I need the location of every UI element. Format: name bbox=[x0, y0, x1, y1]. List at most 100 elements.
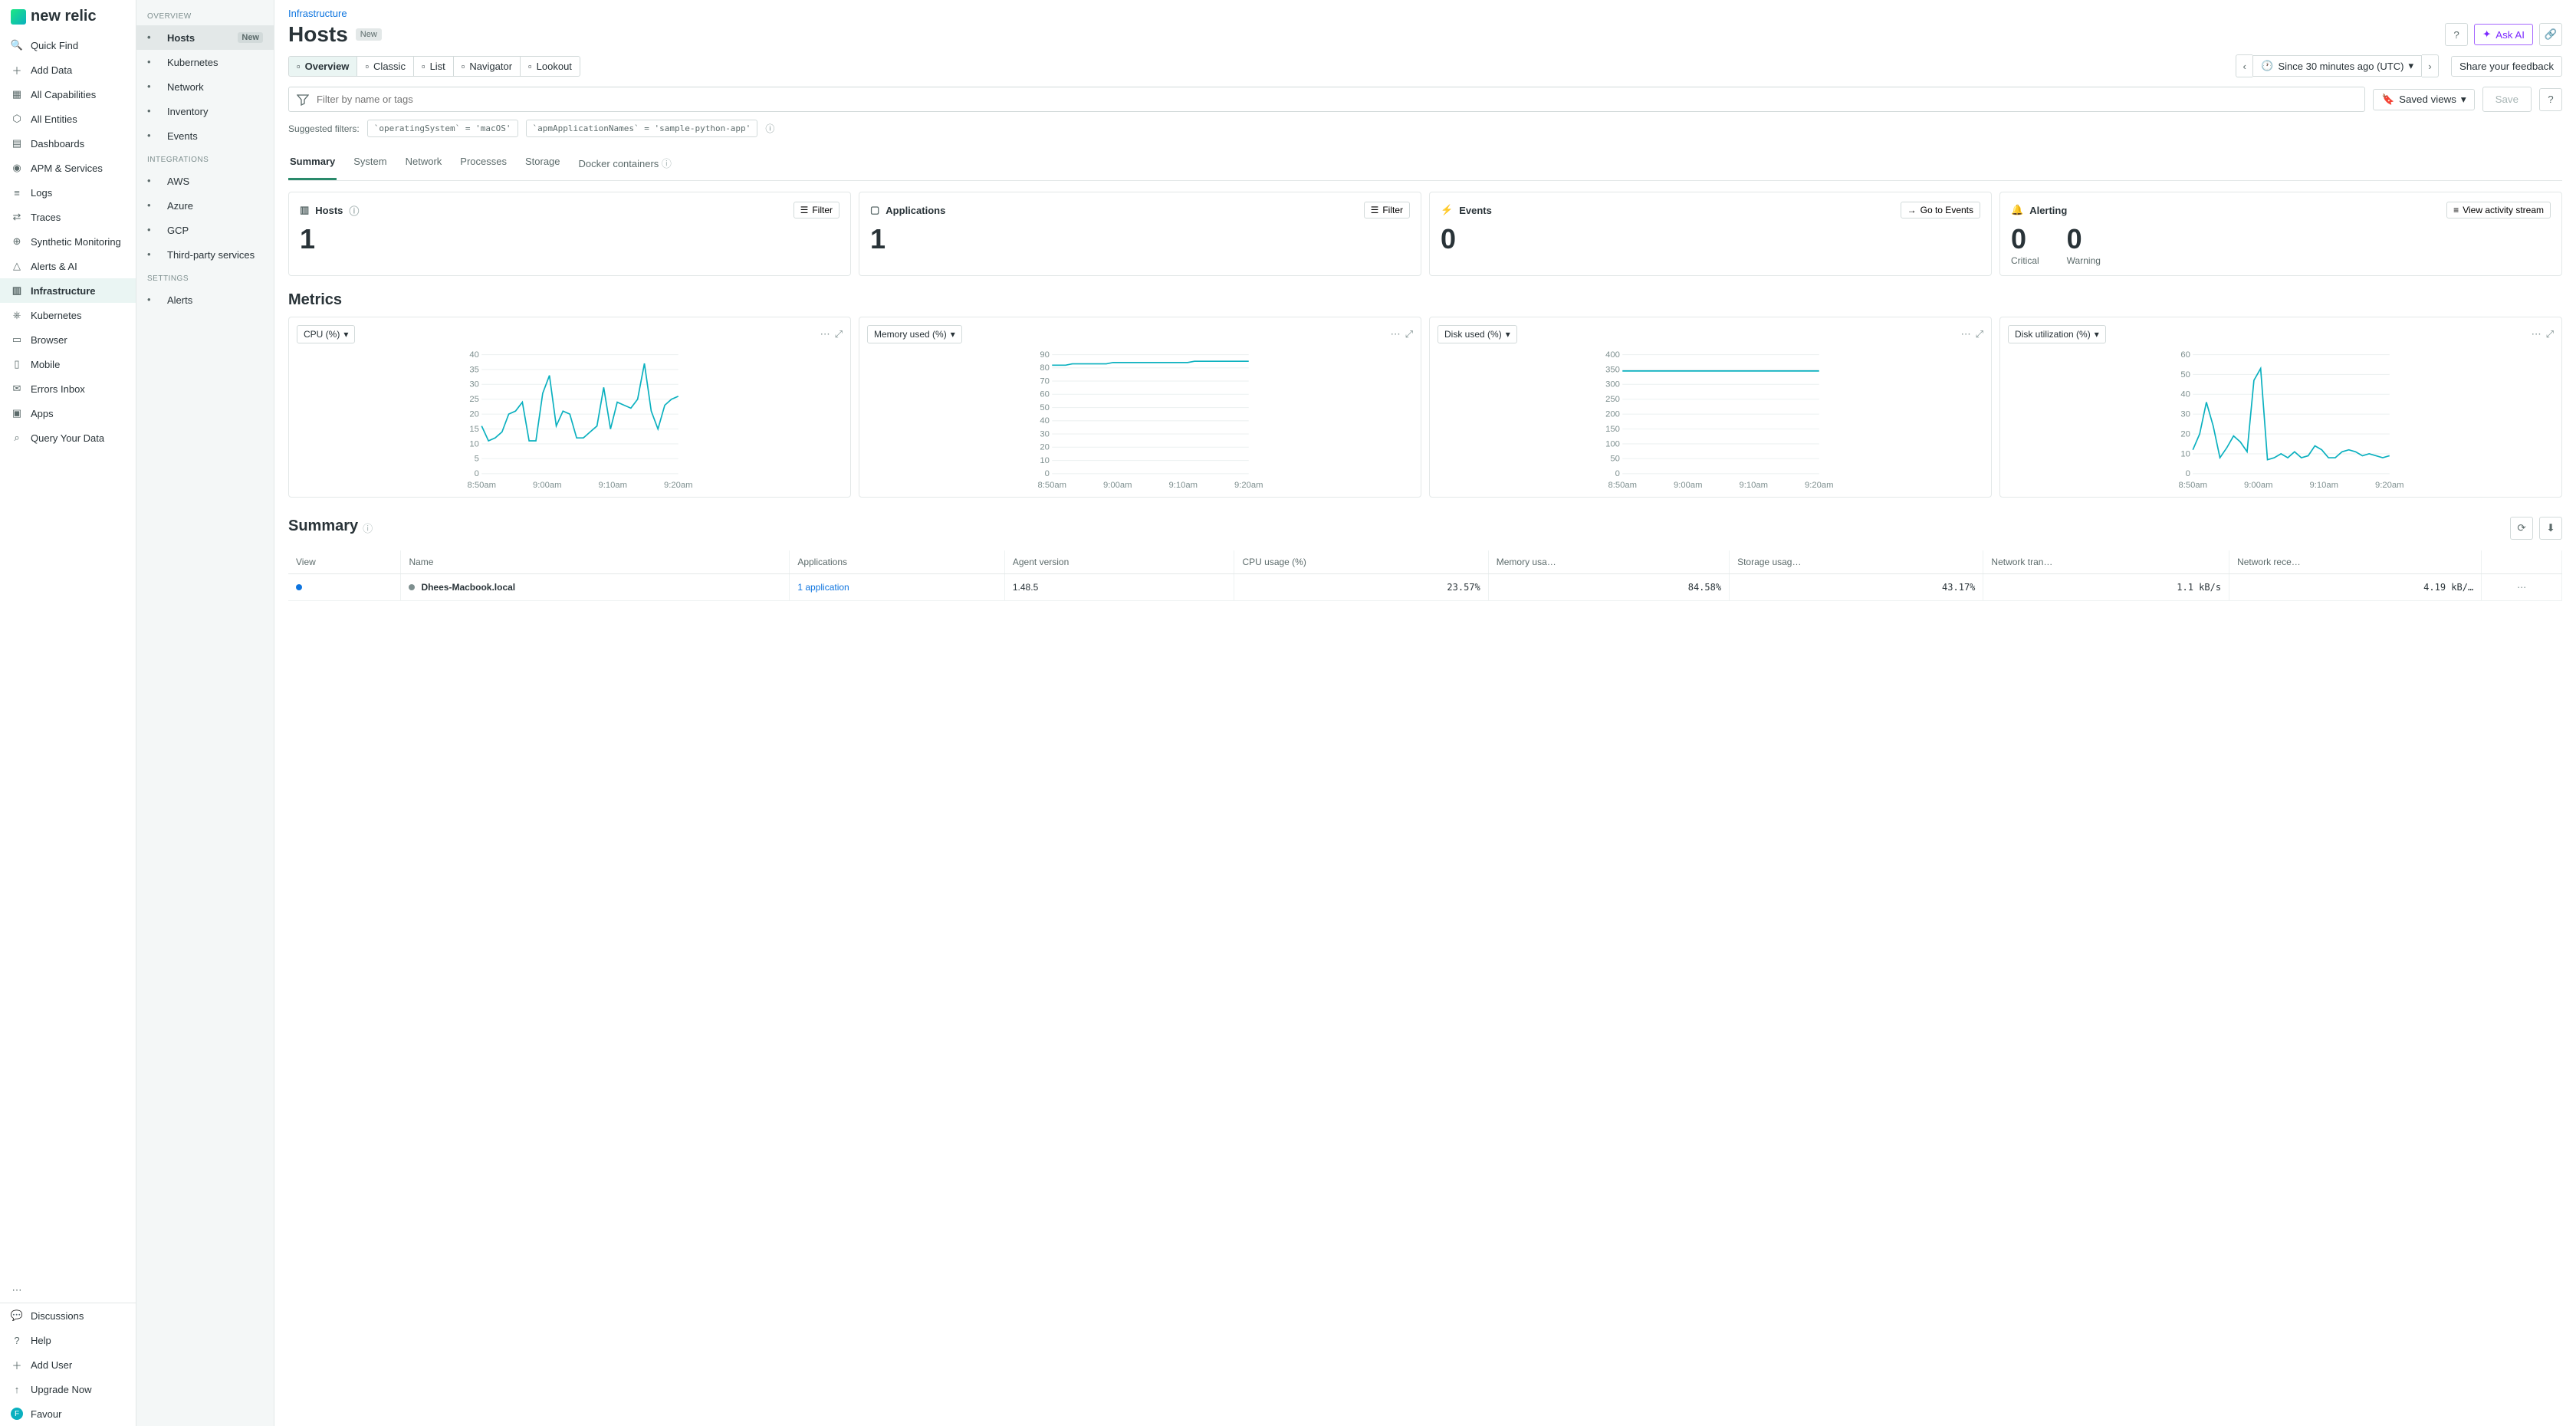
footer-add-user[interactable]: ＋Add User bbox=[0, 1352, 136, 1377]
sidebar-item-events[interactable]: •Events bbox=[136, 123, 274, 148]
view-tab-lookout[interactable]: ▫Lookout bbox=[521, 57, 580, 76]
tab-network[interactable]: Network bbox=[404, 148, 444, 180]
expand-icon[interactable]: ⤢ bbox=[1976, 328, 1983, 340]
refresh-button[interactable]: ⟳ bbox=[2510, 517, 2533, 540]
sidebar-item-gcp[interactable]: •GCP bbox=[136, 218, 274, 242]
chart-canvas: 01020304050608:50am9:00am9:10am9:20am bbox=[2008, 351, 2554, 489]
tab-storage[interactable]: Storage bbox=[524, 148, 562, 180]
copy-link-button[interactable]: 🔗 bbox=[2539, 23, 2562, 46]
nav-apps[interactable]: ▣Apps bbox=[0, 401, 136, 426]
help-button[interactable]: ? bbox=[2445, 23, 2468, 46]
breadcrumb[interactable]: Infrastructure bbox=[288, 8, 2562, 19]
nav-all-entities[interactable]: ⬡All Entities bbox=[0, 107, 136, 131]
time-picker[interactable]: 🕐 Since 30 minutes ago (UTC) ▾ bbox=[2252, 55, 2422, 77]
ellipsis-icon[interactable]: ⋯ bbox=[820, 328, 830, 340]
sidebar-item-network[interactable]: •Network bbox=[136, 74, 274, 99]
download-button[interactable]: ⬇ bbox=[2539, 517, 2562, 540]
filter-input-wrapper[interactable] bbox=[288, 87, 2365, 112]
brand-logo[interactable]: new relic bbox=[0, 0, 136, 33]
more-menu[interactable]: ⋯ bbox=[0, 1278, 136, 1303]
column-header[interactable]: Agent version bbox=[1004, 550, 1234, 574]
share-feedback-button[interactable]: Share your feedback bbox=[2451, 56, 2562, 77]
view-tab-classic[interactable]: ▫Classic bbox=[357, 57, 414, 76]
footer-upgrade-now[interactable]: ↑Upgrade Now bbox=[0, 1377, 136, 1401]
time-next-button[interactable]: › bbox=[2422, 54, 2439, 77]
nav-quick-find[interactable]: 🔍Quick Find bbox=[0, 33, 136, 58]
sidebar-item-azure[interactable]: •Azure bbox=[136, 193, 274, 218]
nav-traces[interactable]: ⇄Traces bbox=[0, 205, 136, 229]
chart-metric-selector[interactable]: Disk used (%)▾ bbox=[1438, 325, 1517, 343]
nav-apm-services[interactable]: ◉APM & Services bbox=[0, 156, 136, 180]
saved-views-button[interactable]: 🔖 Saved views ▾ bbox=[2373, 89, 2474, 110]
ellipsis-icon[interactable]: ⋯ bbox=[1961, 328, 1971, 340]
chart-metric-selector[interactable]: Memory used (%)▾ bbox=[867, 325, 962, 343]
footer-favour[interactable]: FFavour bbox=[0, 1401, 136, 1426]
tab-system[interactable]: System bbox=[352, 148, 388, 180]
apps-filter-button[interactable]: ☰Filter bbox=[1364, 202, 1410, 219]
nav-errors-inbox[interactable]: ✉Errors Inbox bbox=[0, 376, 136, 401]
footer-help[interactable]: ?Help bbox=[0, 1328, 136, 1352]
ellipsis-icon[interactable]: ⋯ bbox=[2532, 328, 2542, 340]
nav-browser[interactable]: ▭Browser bbox=[0, 327, 136, 352]
row-actions-cell[interactable]: ⋯ bbox=[2482, 574, 2562, 601]
hosts-filter-button[interactable]: ☰Filter bbox=[794, 202, 840, 219]
column-header[interactable] bbox=[2482, 550, 2562, 574]
column-header[interactable]: Storage usag… bbox=[1730, 550, 1983, 574]
column-header[interactable]: Applications bbox=[790, 550, 1005, 574]
nav-mobile[interactable]: ▯Mobile bbox=[0, 352, 136, 376]
help-circle-icon[interactable]: ⓘ bbox=[349, 203, 359, 218]
nav-synthetic-monitoring[interactable]: ⊕Synthetic Monitoring bbox=[0, 229, 136, 254]
view-tab-overview[interactable]: ▫Overview bbox=[289, 57, 357, 76]
filter-input[interactable] bbox=[317, 94, 2355, 105]
sidebar-item-alerts[interactable]: •Alerts bbox=[136, 288, 274, 312]
nav-dashboards[interactable]: ▤Dashboards bbox=[0, 131, 136, 156]
save-button[interactable]: Save bbox=[2482, 87, 2532, 112]
column-header[interactable]: View bbox=[288, 550, 401, 574]
dashboard-icon: ▤ bbox=[11, 137, 23, 150]
column-header[interactable]: CPU usage (%) bbox=[1234, 550, 1488, 574]
help-circle-icon[interactable]: ⓘ bbox=[765, 122, 774, 135]
nav-query-your-data[interactable]: ⌕Query Your Data bbox=[0, 426, 136, 450]
expand-icon[interactable]: ⤢ bbox=[2546, 328, 2554, 340]
filter-help-button[interactable]: ? bbox=[2539, 88, 2562, 111]
footer-discussions[interactable]: 💬Discussions bbox=[0, 1303, 136, 1328]
svg-text:8:50am: 8:50am bbox=[1608, 481, 1637, 489]
nav-alerts-ai[interactable]: △Alerts & AI bbox=[0, 254, 136, 278]
suggested-filter-chip[interactable]: `apmApplicationNames` = 'sample-python-a… bbox=[526, 120, 758, 137]
view-activity-button[interactable]: ≡View activity stream bbox=[2446, 202, 2551, 219]
chart-metric-selector[interactable]: Disk utilization (%)▾ bbox=[2008, 325, 2106, 343]
view-tab-list[interactable]: ▫List bbox=[414, 57, 454, 76]
tab-processes[interactable]: Processes bbox=[458, 148, 508, 180]
sidebar-item-inventory[interactable]: •Inventory bbox=[136, 99, 274, 123]
ellipsis-icon[interactable]: ⋯ bbox=[1391, 328, 1401, 340]
tab-docker-containers[interactable]: Docker containers ⓘ bbox=[577, 148, 673, 180]
name-cell[interactable]: Dhees-Macbook.local bbox=[401, 574, 790, 601]
tab-icon: ▫ bbox=[422, 61, 426, 72]
chart-metric-selector[interactable]: CPU (%)▾ bbox=[297, 325, 355, 343]
sidebar-item-hosts[interactable]: •HostsNew bbox=[136, 25, 274, 50]
help-circle-icon[interactable]: ⓘ bbox=[363, 521, 373, 535]
nav-kubernetes[interactable]: ⎈Kubernetes bbox=[0, 303, 136, 327]
column-header[interactable]: Name bbox=[401, 550, 790, 574]
nav-all-capabilities[interactable]: ▦All Capabilities bbox=[0, 82, 136, 107]
column-header[interactable]: Network tran… bbox=[1983, 550, 2229, 574]
applications-cell[interactable]: 1 application bbox=[790, 574, 1005, 601]
view-tab-navigator[interactable]: ▫Navigator bbox=[454, 57, 521, 76]
time-prev-button[interactable]: ‹ bbox=[2236, 54, 2252, 77]
column-header[interactable]: Network rece… bbox=[2229, 550, 2482, 574]
nav-infrastructure[interactable]: ▥Infrastructure bbox=[0, 278, 136, 303]
sidebar-item-aws[interactable]: •AWS bbox=[136, 169, 274, 193]
expand-icon[interactable]: ⤢ bbox=[835, 328, 843, 340]
column-header[interactable]: Memory usa… bbox=[1488, 550, 1729, 574]
go-to-events-button[interactable]: →Go to Events bbox=[1901, 202, 1980, 219]
ask-ai-button[interactable]: ✦Ask AI bbox=[2474, 24, 2533, 45]
nav-add-data[interactable]: ＋Add Data bbox=[0, 58, 136, 82]
sidebar-item-kubernetes[interactable]: •Kubernetes bbox=[136, 50, 274, 74]
sidebar-item-third-party-services[interactable]: •Third-party services bbox=[136, 242, 274, 267]
nav-logs[interactable]: ≡Logs bbox=[0, 180, 136, 205]
table-row[interactable]: Dhees-Macbook.local1 application1.48.523… bbox=[288, 574, 2562, 601]
suggested-filter-chip[interactable]: `operatingSystem` = 'macOS' bbox=[367, 120, 518, 137]
footer-label: Upgrade Now bbox=[31, 1384, 92, 1395]
expand-icon[interactable]: ⤢ bbox=[1405, 328, 1413, 340]
tab-summary[interactable]: Summary bbox=[288, 148, 337, 180]
